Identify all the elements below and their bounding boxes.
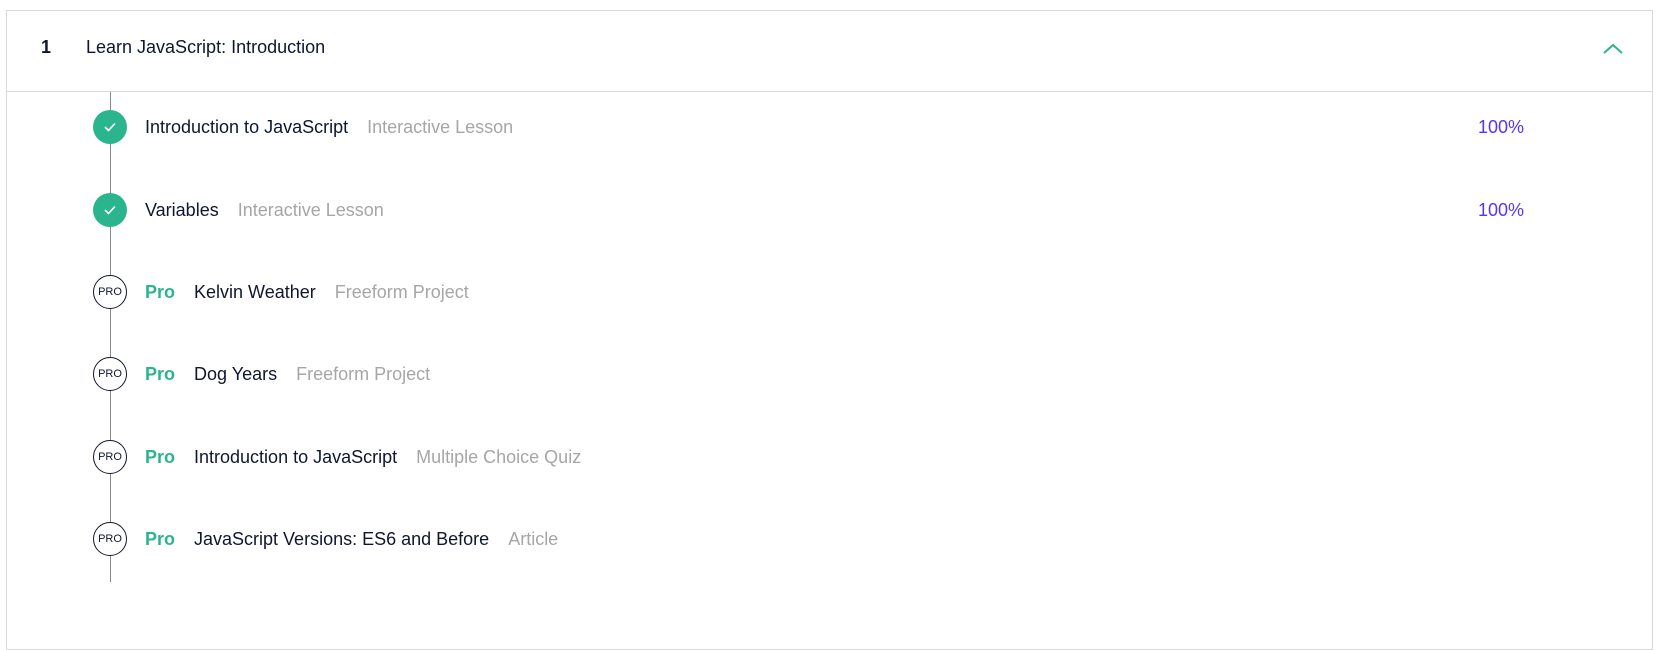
lesson-type: Interactive Lesson: [367, 117, 514, 137]
lesson-item[interactable]: PRO Pro JavaScript Versions: ES6 and Bef…: [7, 520, 1652, 560]
lesson-title: JavaScript Versions: ES6 and Before: [194, 529, 490, 549]
progress-percent: 100%: [1477, 117, 1524, 137]
lesson-item[interactable]: PRO Pro Kelvin Weather Freeform Project: [7, 273, 1652, 313]
check-icon: [93, 193, 127, 227]
lesson-type: Freeform Project: [296, 364, 431, 384]
pro-badge-icon: PRO: [93, 522, 127, 556]
module-header[interactable]: 1 Learn JavaScript: Introduction: [7, 11, 1652, 92]
pro-badge-icon: PRO: [93, 275, 127, 309]
lesson-item[interactable]: Introduction to JavaScript Interactive L…: [7, 108, 1652, 148]
lesson-title: Dog Years: [194, 364, 278, 384]
module-number: 1: [41, 37, 52, 57]
pro-label: Pro: [145, 364, 176, 384]
syllabus-module: 1 Learn JavaScript: Introduction Introdu…: [6, 10, 1653, 650]
lesson-item[interactable]: PRO Pro Introduction to JavaScript Multi…: [7, 438, 1652, 478]
module-title: Learn JavaScript: Introduction: [86, 37, 326, 57]
pro-badge-icon: PRO: [93, 357, 127, 391]
chevron-up-icon[interactable]: [1602, 41, 1624, 57]
lesson-item[interactable]: Variables Interactive Lesson 100%: [7, 191, 1652, 231]
lesson-title: Kelvin Weather: [194, 282, 316, 302]
lesson-type: Interactive Lesson: [237, 200, 384, 220]
pro-label: Pro: [145, 529, 176, 549]
timeline-line: [110, 92, 111, 582]
progress-percent: 100%: [1477, 200, 1524, 220]
lesson-title: Variables: [145, 200, 219, 220]
pro-label: Pro: [145, 447, 176, 467]
lesson-title: Introduction to JavaScript: [194, 447, 398, 467]
lesson-type: Multiple Choice Quiz: [416, 447, 582, 467]
pro-label: Pro: [145, 282, 176, 302]
lesson-item[interactable]: PRO Pro Dog Years Freeform Project: [7, 355, 1652, 395]
pro-badge-icon: PRO: [93, 440, 127, 474]
lesson-title: Introduction to JavaScript: [145, 117, 349, 137]
check-icon: [93, 110, 127, 144]
lesson-type: Article: [508, 529, 559, 549]
lesson-type: Freeform Project: [334, 282, 469, 302]
